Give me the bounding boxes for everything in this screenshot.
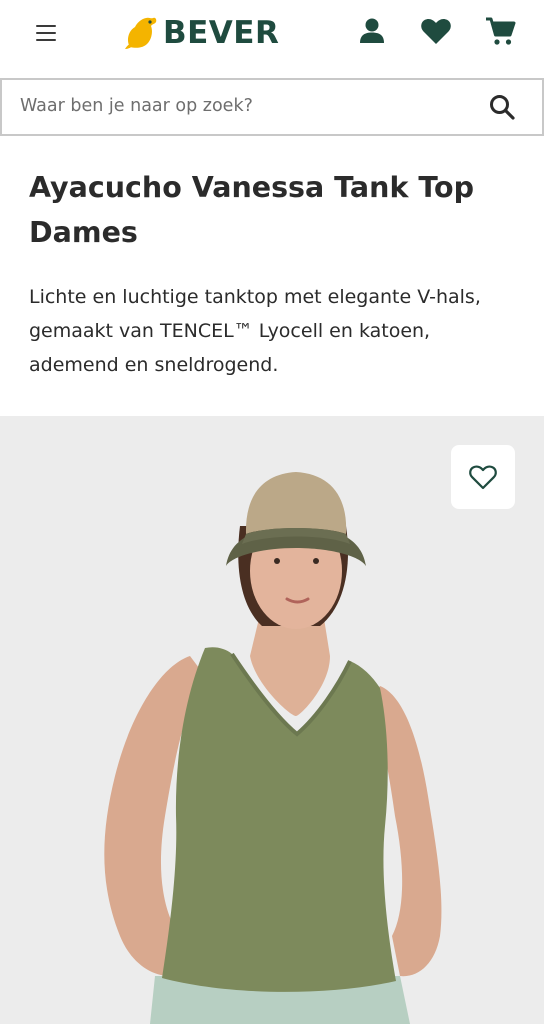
product-image[interactable] [0,416,544,1024]
heart-icon[interactable] [419,14,453,48]
product-title: Ayacucho Vanessa Tank Top Dames [29,165,499,255]
top-header: BEVER [0,0,544,78]
search-input[interactable]: Waar ben je naar op zoek? [20,96,253,116]
logo-text: BEVER [163,14,280,51]
bever-logo[interactable]: BEVER [122,12,279,54]
account-icon[interactable] [355,14,389,48]
bever-logo-icon [125,17,157,49]
product-description: Lichte en luchtige tanktop met elegante … [29,286,481,376]
product-brand: Ayacucho [29,171,182,204]
favorite-button[interactable] [451,445,515,509]
menu-icon[interactable] [34,22,58,42]
search-icon[interactable] [488,93,516,121]
heart-outline-icon [469,465,497,490]
cart-icon[interactable] [483,14,517,48]
search-bar[interactable]: Waar ben je naar op zoek? [0,78,544,136]
